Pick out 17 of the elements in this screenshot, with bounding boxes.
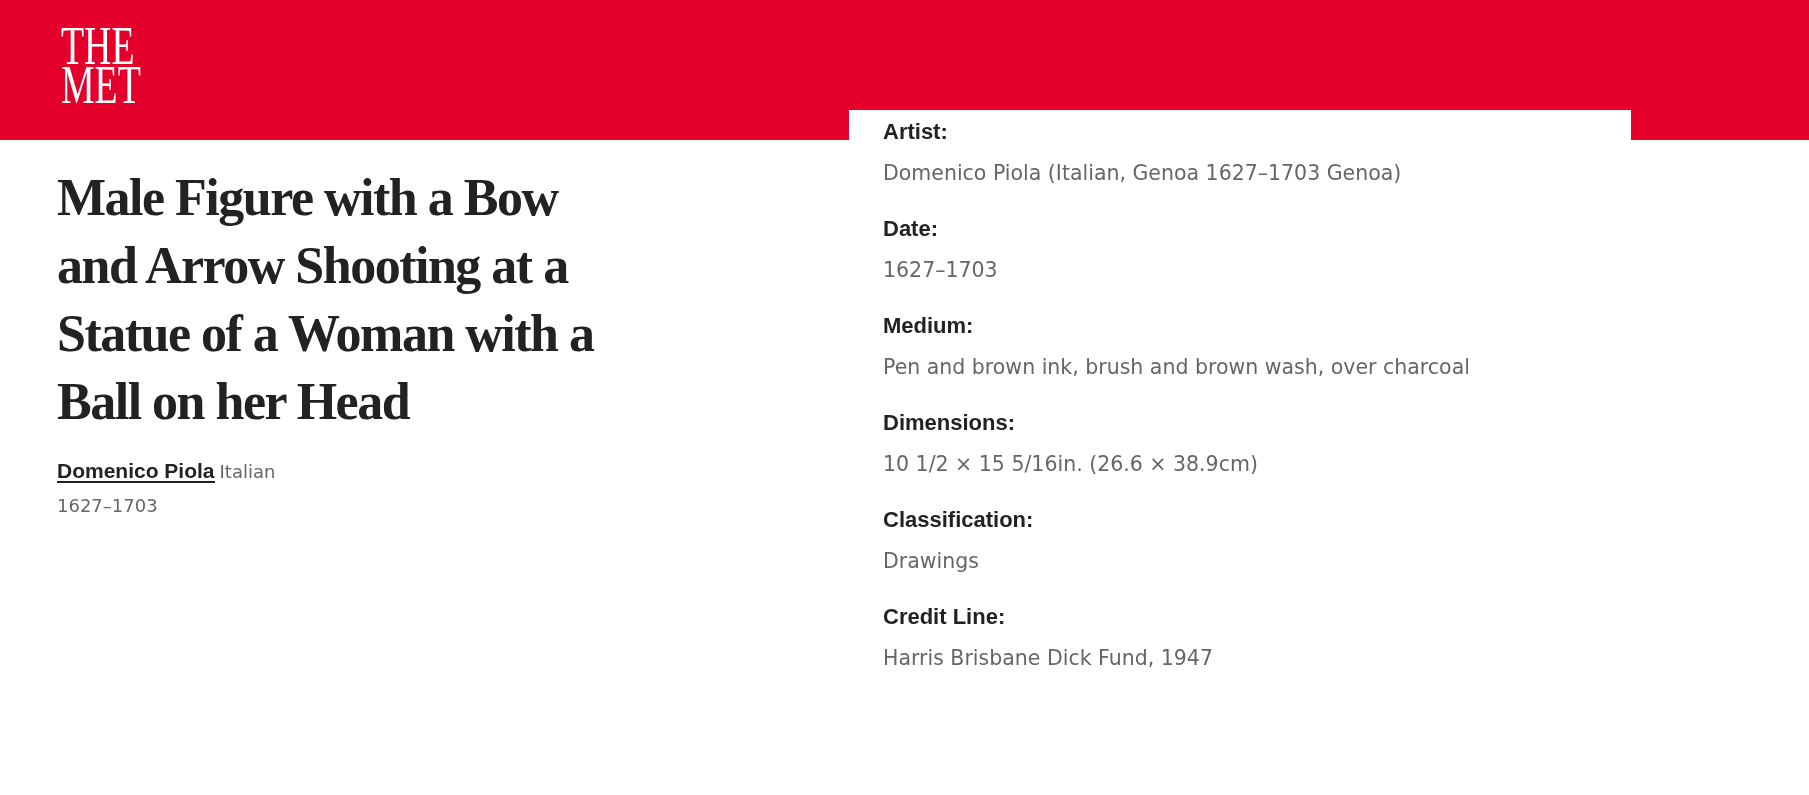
- field-label: Medium:: [883, 312, 975, 340]
- nationality-text: Italian: [219, 461, 276, 482]
- field-label: Credit Line:: [883, 603, 1007, 631]
- field-label: Dimensions:: [883, 409, 1017, 437]
- field-value: Harris Brisbane Dick Fund, 1947: [883, 645, 1214, 672]
- logo[interactable]: THE MET: [61, 27, 141, 105]
- field-label: Classification:: [883, 506, 1035, 534]
- field-value: Domenico Piola (Italian, Genoa 1627–1703 Genoa): [883, 160, 1403, 187]
- artwork-title: Male Figure with a Bow and Arrow Shooting at a Statue of a Woman with a Ball on her Head: [57, 168, 596, 432]
- field-value: 10 1/2 × 15 5/16in. (26.6 × 38.9cm): [883, 451, 1259, 478]
- field-label: Artist:: [883, 118, 949, 146]
- field-value: Drawings: [883, 548, 980, 575]
- field-value: Pen and brown ink, brush and brown wash, over charcoal: [883, 354, 1471, 381]
- date-text: 1627–1703: [57, 494, 159, 518]
- field-label: Date:: [883, 215, 939, 243]
- field-value: 1627–1703: [883, 257, 999, 284]
- artist-link[interactable]: Domenico Piola: [57, 460, 215, 483]
